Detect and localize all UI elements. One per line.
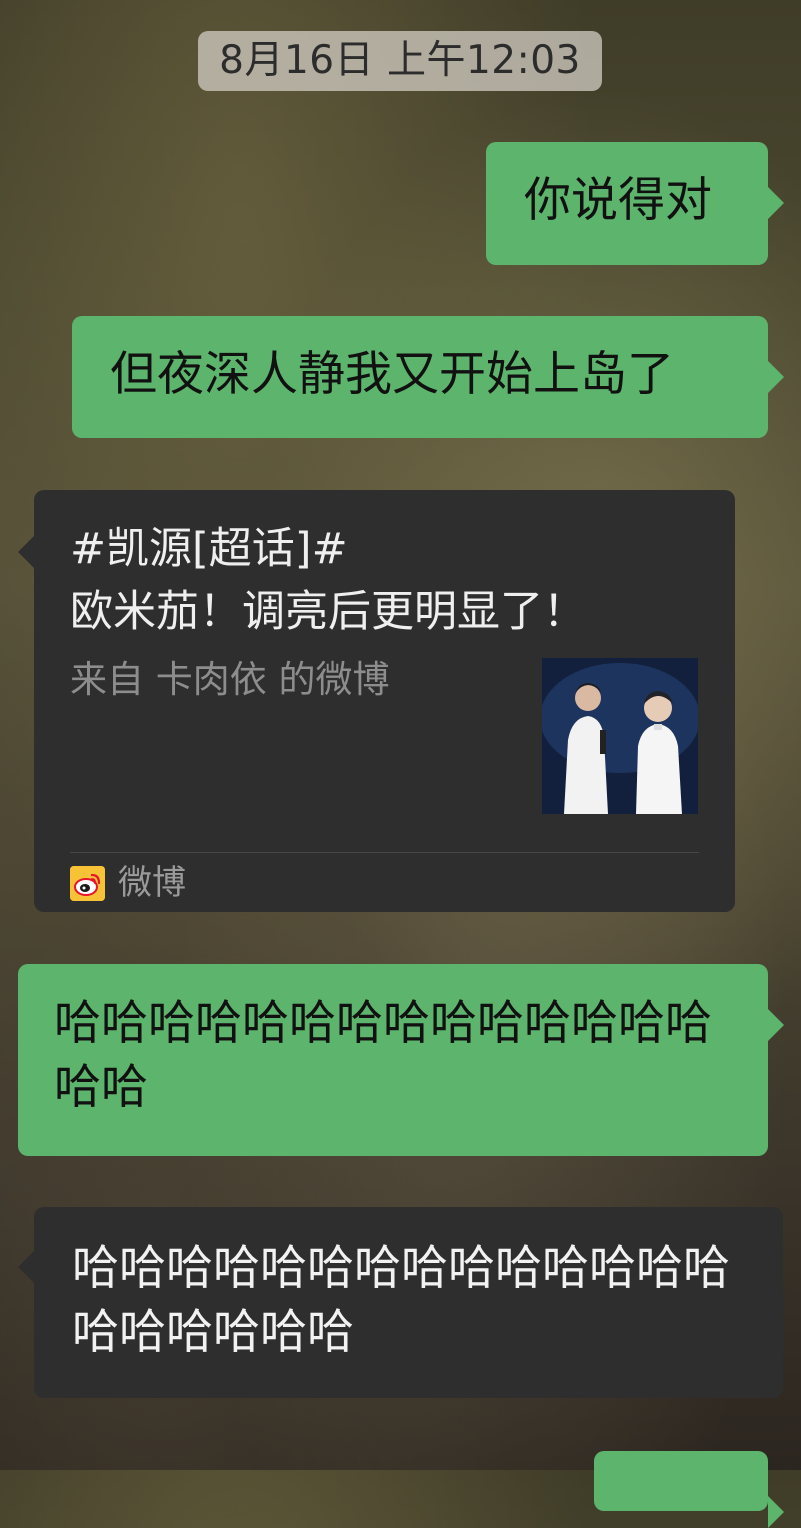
sent-message-bubble[interactable]: 哈哈哈哈哈哈哈哈哈哈哈哈哈哈哈哈 — [18, 964, 784, 1156]
message-text: 哈哈哈哈哈哈哈哈哈哈哈哈哈哈哈哈哈哈哈哈 — [72, 1241, 730, 1360]
card-app-name: 微博 — [118, 863, 186, 903]
message-text: 你说得对 — [524, 173, 712, 228]
message-timestamp: 8月16日 上午12:03 — [198, 31, 602, 91]
message-text: 但夜深人静我又开始上岛了 — [110, 347, 674, 402]
shared-weibo-card[interactable]: #凯源[超话]# 欧米茄！调亮后更明显了！ 来自 卡肉依 的微博 微博 — [18, 490, 735, 912]
card-source-text: 来自 卡肉依 的微博 — [70, 658, 390, 701]
weibo-icon — [70, 866, 105, 901]
sent-message-bubble[interactable]: 但夜深人静我又开始上岛了 — [72, 316, 784, 438]
sent-message-bubble[interactable]: 你说得对 — [486, 142, 784, 265]
card-title: #凯源[超话]# 欧米茄！调亮后更明显了！ — [70, 518, 710, 644]
card-title-line: 欧米茄！调亮后更明显了！ — [70, 587, 586, 637]
card-thumbnail-image — [542, 658, 698, 814]
received-message-bubble[interactable]: 哈哈哈哈哈哈哈哈哈哈哈哈哈哈哈哈哈哈哈哈 — [18, 1207, 783, 1398]
sent-message-bubble-partial[interactable] — [594, 1451, 784, 1528]
card-divider — [70, 852, 699, 853]
message-text: 哈哈哈哈哈哈哈哈哈哈哈哈哈哈哈哈 — [54, 996, 712, 1115]
thumbnail-photo — [542, 658, 698, 814]
card-title-line: #凯源[超话]# — [70, 524, 348, 574]
